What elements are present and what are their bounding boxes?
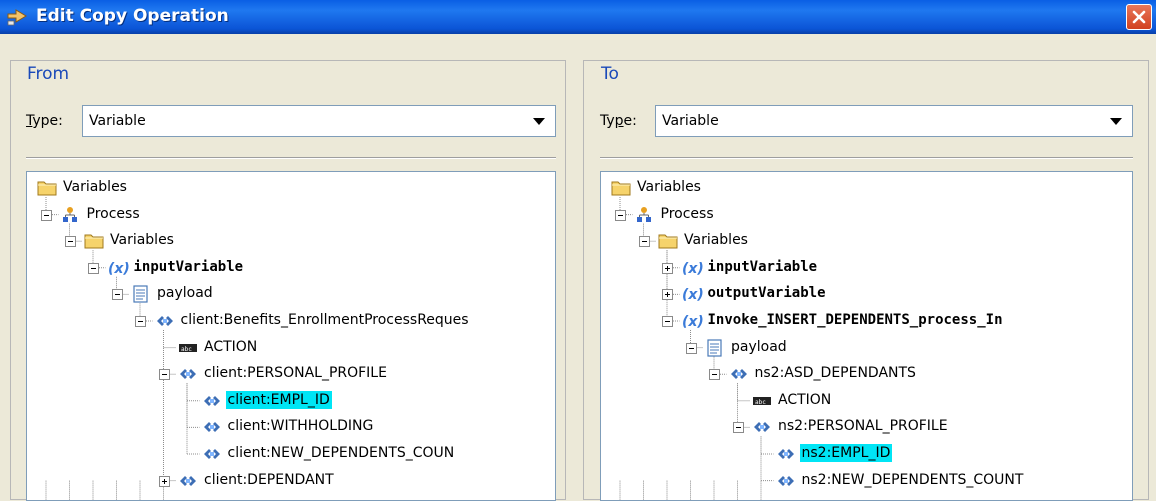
svg-text:(x): (x) bbox=[682, 261, 704, 277]
element-icon bbox=[776, 445, 796, 463]
element-icon bbox=[178, 365, 198, 383]
tree-node-label: inputVariable bbox=[133, 258, 244, 275]
tree-node-label: client:EMPL_ID bbox=[225, 390, 332, 409]
tree-node-label: inputVariable bbox=[707, 258, 818, 275]
expand-icon[interactable] bbox=[662, 289, 673, 301]
svg-text:(x): (x) bbox=[108, 261, 130, 277]
tree-node-label: Process bbox=[86, 205, 140, 222]
tree-node-label: ns2:EMPL_ID bbox=[799, 444, 893, 462]
expand-icon[interactable] bbox=[158, 475, 170, 487]
expand-icon[interactable] bbox=[662, 262, 673, 274]
from-type-select[interactable]: Variable bbox=[82, 105, 556, 137]
folder-icon bbox=[611, 179, 631, 197]
from-separator bbox=[26, 157, 556, 159]
to-type-select[interactable]: Variable bbox=[655, 105, 1133, 137]
element-icon bbox=[752, 418, 772, 436]
collapse-icon[interactable] bbox=[709, 369, 720, 381]
svg-text:(x): (x) bbox=[682, 287, 704, 303]
tree-node-label: ns2:PERSONAL_PROFILE bbox=[778, 418, 948, 435]
process-icon bbox=[635, 206, 655, 224]
copy-operation-icon bbox=[7, 9, 27, 26]
document-icon bbox=[131, 285, 151, 303]
collapse-icon[interactable] bbox=[111, 289, 123, 301]
tree-node-label: Variables bbox=[110, 232, 174, 249]
tree-node-label: client:WITHHOLDING bbox=[227, 418, 374, 435]
collapse-icon[interactable] bbox=[64, 236, 76, 248]
element-icon bbox=[776, 472, 796, 490]
from-type-label: Type: bbox=[26, 113, 63, 129]
attribute-icon: abc bbox=[178, 339, 198, 357]
element-icon bbox=[202, 445, 222, 463]
element-icon bbox=[202, 418, 222, 436]
element-icon bbox=[202, 392, 222, 410]
collapse-icon[interactable] bbox=[662, 316, 673, 327]
collapse-icon[interactable] bbox=[638, 236, 650, 248]
collapse-icon[interactable] bbox=[685, 342, 697, 354]
tree-node-label: outputVariable bbox=[707, 285, 826, 302]
from-legend: From bbox=[22, 64, 75, 84]
process-icon bbox=[61, 206, 81, 224]
tree-node-label: client:DEPENDANT bbox=[204, 471, 334, 488]
tree-node-label: payload bbox=[157, 285, 213, 302]
from-variable-tree[interactable]: Variables Process Variables (x) inputVariabl… bbox=[26, 171, 556, 501]
tree-node-label: client:PERSONAL_PROFILE bbox=[204, 365, 387, 382]
collapse-icon[interactable] bbox=[158, 369, 170, 381]
to-legend: To bbox=[596, 64, 624, 84]
collapse-icon[interactable] bbox=[615, 209, 626, 221]
tree-node-label: Variables bbox=[63, 179, 127, 195]
collapse-icon[interactable] bbox=[88, 262, 99, 274]
tree-node-label: ns2:NEW_DEPENDENTS_COUNT bbox=[801, 471, 1024, 488]
variable-icon: (x) bbox=[682, 285, 704, 303]
attribute-icon: abc bbox=[752, 392, 772, 410]
window-title: Edit Copy Operation bbox=[36, 6, 229, 26]
variable-icon: (x) bbox=[682, 312, 704, 330]
collapse-icon[interactable] bbox=[135, 316, 146, 327]
tree-node-label: client:Benefits_EnrollmentProcessReques bbox=[180, 312, 469, 328]
to-separator bbox=[600, 157, 1133, 159]
collapse-icon[interactable] bbox=[732, 422, 744, 434]
document-icon bbox=[705, 338, 725, 357]
tree-node-label: ACTION bbox=[204, 338, 258, 355]
tree-node-label: Invoke_INSERT_DEPENDENTS_process_In bbox=[707, 312, 1003, 328]
variable-icon: (x) bbox=[108, 259, 130, 277]
folder-icon bbox=[658, 232, 678, 250]
chevron-down-icon[interactable] bbox=[533, 118, 545, 125]
to-variable-tree[interactable]: Variables Process Variables (x) inputVariabl… bbox=[600, 171, 1133, 501]
element-icon bbox=[155, 312, 175, 330]
from-type-value: Variable bbox=[89, 113, 146, 129]
folder-icon bbox=[37, 179, 57, 197]
chevron-down-icon[interactable] bbox=[1110, 118, 1122, 125]
folder-icon bbox=[84, 232, 104, 250]
svg-text:abc: abc bbox=[181, 346, 192, 353]
tree-node-label: client:NEW_DEPENDENTS_COUN bbox=[227, 445, 455, 461]
element-icon bbox=[178, 472, 198, 490]
variable-icon: (x) bbox=[682, 259, 704, 277]
svg-text:abc: abc bbox=[755, 399, 766, 406]
element-icon bbox=[729, 365, 749, 383]
to-type-label: Type: bbox=[600, 113, 637, 129]
close-icon bbox=[1132, 10, 1146, 24]
tree-node-label: Process bbox=[660, 205, 714, 222]
tree-node-label: Variables bbox=[684, 232, 748, 249]
collapse-icon[interactable] bbox=[41, 209, 52, 221]
tree-node-label: payload bbox=[731, 338, 787, 355]
tree-node-label: ns2:ASD_DEPENDANTS bbox=[754, 365, 916, 382]
title-bar[interactable]: Edit Copy Operation bbox=[0, 0, 1156, 34]
close-button[interactable] bbox=[1126, 4, 1152, 30]
tree-node-label: Variables bbox=[637, 179, 701, 195]
svg-text:(x): (x) bbox=[682, 314, 704, 330]
to-type-value: Variable bbox=[662, 113, 719, 129]
tree-node-label: ACTION bbox=[778, 391, 832, 408]
